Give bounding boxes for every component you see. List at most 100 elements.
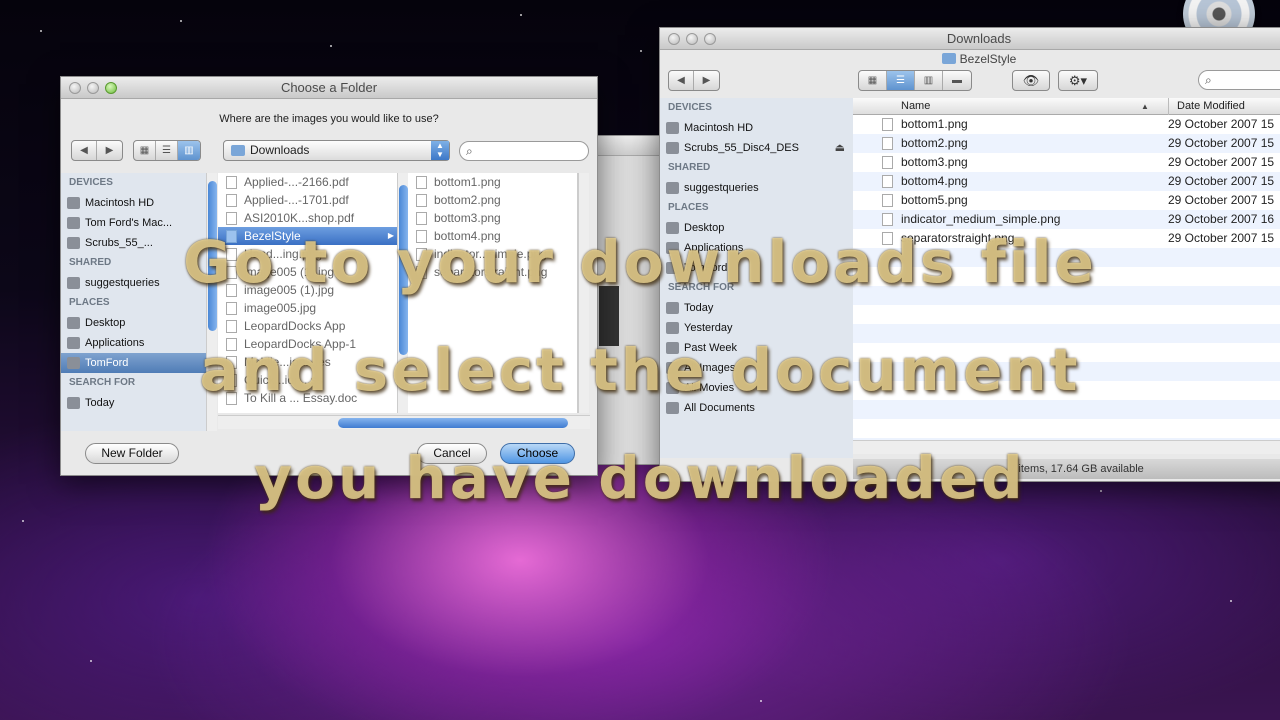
gear-icon: ⚙▾ [1068, 73, 1088, 88]
column-item[interactable]: bottom3.png [408, 209, 577, 227]
clock-icon [666, 302, 679, 314]
folder-icon [231, 145, 245, 156]
search-icon: ⌕ [1205, 73, 1212, 87]
file-name: bottom5.png [901, 193, 968, 207]
finder-view-control: ▦ ☰ ▥ ▬ [858, 70, 972, 91]
file-icon [226, 302, 237, 315]
file-name: bottom1.png [901, 117, 968, 131]
file-row[interactable]: bottom4.png 29 October 2007 15 [853, 172, 1280, 191]
sidebar-item[interactable]: Macintosh HD [660, 118, 853, 138]
file-row[interactable]: bottom2.png 29 October 2007 15 [853, 134, 1280, 153]
column-item-label: Applied-...-1701.pdf [244, 193, 349, 207]
list-view-button[interactable]: ☰ [156, 141, 178, 160]
column-item-label: bottom1.png [434, 175, 501, 189]
file-date: 29 October 2007 15 [1168, 117, 1275, 131]
finder-path-title: BezelStyle [660, 50, 1280, 68]
finder-titlebar[interactable]: Downloads [660, 28, 1280, 50]
sidebar-item[interactable]: Today [660, 298, 853, 318]
sidebar-item[interactable]: Scrubs_55_Disc4_DES ⏏ [660, 138, 853, 158]
file-icon [882, 156, 893, 169]
sidebar-item-label: Macintosh HD [85, 197, 155, 209]
finder-forward-button[interactable]: ▶ [694, 71, 719, 90]
column-item-label: bottom3.png [434, 211, 501, 225]
file-date: 29 October 2007 15 [1168, 193, 1275, 207]
finder-back-button[interactable]: ◀ [669, 71, 694, 90]
column-item[interactable]: Applied-...-1701.pdf [218, 191, 400, 209]
file-name: bottom2.png [901, 136, 968, 150]
view-mode-control: ▦ ☰ ▥ [133, 140, 201, 161]
file-icon [416, 212, 427, 225]
finder-close-button[interactable] [668, 33, 680, 45]
sidebar-item-label: Desktop [85, 317, 126, 329]
file-icon [882, 213, 893, 226]
search-icon: ⌕ [466, 144, 473, 158]
finder-minimize-button[interactable] [686, 33, 698, 45]
zoom-button[interactable] [105, 82, 117, 94]
caption-line-3: you have downloaded [254, 444, 1026, 512]
column-item[interactable]: image005.jpg [218, 299, 400, 317]
back-forward-control: ◀ ▶ [71, 140, 123, 161]
location-popup[interactable]: Downloads ▲ ▼ [223, 140, 450, 161]
column-item-label: ASI2010K...shop.pdf [244, 211, 355, 225]
column-item[interactable]: ASI2010K...shop.pdf [218, 209, 400, 227]
minimize-button[interactable] [87, 82, 99, 94]
file-icon [416, 194, 427, 207]
file-icon [226, 194, 237, 207]
sidebar-section-header: PLACES [668, 202, 709, 213]
column-item-label: image005.jpg [244, 301, 317, 315]
caption-line-1: Go to your downloads file [183, 228, 1097, 296]
back-button[interactable]: ◀ [72, 141, 97, 160]
file-date: 29 October 2007 15 [1168, 174, 1275, 188]
column-item[interactable]: bottom2.png [408, 191, 577, 209]
sidebar-section-header: SHARED [668, 162, 711, 173]
hard-drive-icon [67, 197, 80, 209]
name-column-header[interactable]: Name [901, 98, 930, 115]
location-label: Downloads [250, 143, 310, 157]
finder-title: Downloads [946, 31, 1012, 46]
columns-horizontal-scrollbar[interactable] [218, 415, 590, 429]
column-item[interactable]: LeopardDocks App [218, 317, 400, 335]
eject-icon[interactable]: ⏏ [835, 138, 845, 158]
network-computer-icon [666, 182, 679, 194]
quick-look-button[interactable]: 👁 [1012, 70, 1050, 91]
file-row[interactable]: bottom1.png 29 October 2007 15 [853, 115, 1280, 134]
column-view-button[interactable]: ▥ [178, 141, 200, 160]
file-date: 29 October 2007 15 [1168, 136, 1275, 150]
column-item-label: bottom2.png [434, 193, 501, 207]
file-row[interactable]: indicator_medium_simple.png 29 October 20… [853, 210, 1280, 229]
column-item-label: LeopardDocks App [244, 319, 346, 333]
sort-ascending-icon: ▲ [1141, 102, 1149, 111]
sidebar-item-label: Today [684, 302, 714, 314]
column-view-button[interactable]: ▥ [915, 71, 943, 90]
icon-view-button[interactable]: ▦ [859, 71, 887, 90]
icon-view-button[interactable]: ▦ [134, 141, 156, 160]
column-item[interactable]: Applied-...-2166.pdf [218, 173, 400, 191]
coverflow-view-button[interactable]: ▬ [943, 71, 971, 90]
column-item[interactable]: bottom1.png [408, 173, 577, 191]
forward-button[interactable]: ▶ [97, 141, 122, 160]
sidebar-item[interactable]: Yesterday [660, 318, 853, 338]
sidebar-item[interactable]: Macintosh HD [61, 193, 206, 213]
search-field[interactable]: ⌕ [459, 141, 589, 161]
popup-arrows-icon: ▲ ▼ [431, 141, 449, 160]
date-column-header[interactable]: Date Modified [1168, 98, 1245, 115]
sidebar-section-header: DEVICES [668, 102, 712, 113]
finder-zoom-button[interactable] [704, 33, 716, 45]
file-icon [416, 176, 427, 189]
action-menu-button[interactable]: ⚙▾ [1058, 70, 1098, 91]
finder-back-forward: ◀ ▶ [668, 70, 720, 91]
file-icon [226, 176, 237, 189]
list-view-button[interactable]: ☰ [887, 71, 915, 90]
folder-icon [941, 53, 956, 64]
background-window [588, 135, 663, 465]
disc-icon [666, 142, 679, 154]
file-row[interactable]: bottom3.png 29 October 2007 15 [853, 153, 1280, 172]
close-button[interactable] [69, 82, 81, 94]
finder-search-field[interactable]: ⌕ [1198, 70, 1280, 90]
sidebar-item-label: Yesterday [684, 322, 733, 334]
file-row[interactable]: bottom5.png 29 October 2007 15 [853, 191, 1280, 210]
dialog-titlebar[interactable]: Choose a Folder [61, 77, 597, 99]
file-icon [882, 118, 893, 131]
sidebar-item[interactable]: Desktop [61, 313, 206, 333]
sidebar-item[interactable]: suggestqueries [660, 178, 853, 198]
